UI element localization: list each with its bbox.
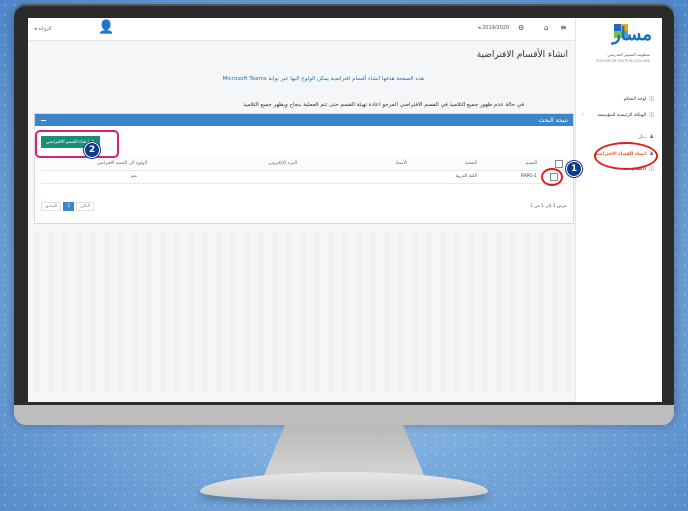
select-all-checkbox[interactable]: [555, 160, 563, 168]
empty-area: [34, 232, 574, 392]
menu-toggle-icon[interactable]: ≡: [560, 23, 567, 32]
results-panel: نتيجة البحث − ⊕ انشاء القسم الافتراضي ال…: [34, 113, 574, 224]
structure-icon: ◫: [649, 112, 654, 118]
results-table: القسم الشعبة الأستاذ البريد الإلكتروني ا…: [41, 158, 567, 186]
chevron-left-icon: ‹: [582, 112, 584, 118]
school-year-selector[interactable]: ◂ 2019/2020: [478, 25, 509, 31]
user-icon: ♟: [649, 134, 654, 140]
main-content: انشاء الأقسام الافتراضية هذه الصفحة هدفه…: [34, 42, 574, 392]
page-button[interactable]: 1: [63, 202, 75, 211]
info-message: هذه الصفحة هدفها انشاء أقسام افتراضية يم…: [222, 76, 424, 82]
table-header: القسم الشعبة الأستاذ البريد الإلكتروني ا…: [41, 158, 567, 171]
column-header[interactable]: الشعبة: [465, 161, 477, 166]
record-count: عرض 1 إلى 1 من 1: [530, 204, 567, 209]
class-code: RAPG-1: [521, 174, 537, 179]
dashboard-icon: ◫: [649, 96, 654, 102]
branch: اللغة العربية: [455, 174, 477, 179]
warning-message: في حالة عدم ظهور جميع التلاميذ في القسم …: [243, 102, 524, 108]
highlight-circle: [594, 142, 658, 170]
classes-icon: ◫: [649, 166, 654, 172]
sidebar-item-label: لوحة التحكم: [623, 96, 647, 102]
pagination: السابق 1 التالي: [41, 202, 95, 211]
monitor-chin: [14, 405, 674, 425]
user-menu[interactable]: ◂ الرواية: [34, 26, 52, 32]
column-header[interactable]: القسم: [526, 161, 537, 166]
step-badge-2: 2: [84, 142, 100, 158]
logo-text: مسار: [612, 24, 652, 45]
settings-icon[interactable]: ⚙: [518, 24, 524, 32]
column-header[interactable]: الأستاذ: [395, 161, 407, 166]
prev-page-button[interactable]: السابق: [41, 202, 62, 211]
sidebar-item-dashboard[interactable]: ◫ لوحة التحكم: [582, 94, 654, 104]
table-row[interactable]: RAPG-1 اللغة العربية نعم: [41, 171, 567, 184]
access-status: نعم: [130, 174, 137, 179]
sidebar-item-label: …ل: [638, 134, 647, 140]
panel-title: نتيجة البحث: [538, 116, 568, 124]
logo: مسار منظومة التسيير المدرسي SYSTEME DE G…: [580, 22, 656, 66]
page-title: انشاء الأقسام الافتراضية: [476, 50, 568, 60]
logo-subtitle: منظومة التسيير المدرسي: [607, 52, 650, 57]
chevron-left-icon: ‹: [582, 166, 584, 172]
sidebar-item-label: الهيكلة الرئيسية للمؤسسة: [597, 112, 647, 118]
column-header[interactable]: الولوج الى القسم الافتراضي: [97, 161, 147, 166]
highlight-circle: [541, 168, 563, 186]
column-header[interactable]: البريد الإلكتروني: [268, 161, 297, 166]
next-page-button[interactable]: التالي: [76, 202, 95, 211]
panel-header: نتيجة البحث −: [35, 114, 573, 126]
collapse-button[interactable]: −: [40, 116, 47, 125]
logo-subtitle-fr: SYSTEME DE GESTION SCOLAIRE: [595, 59, 650, 63]
sidebar-item-group[interactable]: ♟ …ل: [582, 132, 654, 142]
sidebar: مسار منظومة التسيير المدرسي SYSTEME DE G…: [575, 18, 662, 402]
sidebar-item-structure[interactable]: ◫ الهيكلة الرئيسية للمؤسسة ‹: [582, 110, 654, 120]
home-icon[interactable]: ⌂: [544, 24, 548, 32]
button-label: انشاء القسم الافتراضي: [46, 139, 90, 144]
step-badge-1: 1: [566, 161, 582, 177]
top-bar: ◂ الرواية 👤 ◂ 2019/2020 ⚙ ⌂ ≡: [28, 18, 576, 41]
hand-cursor-icon: ☝: [627, 149, 632, 158]
app-screen: ◂ الرواية 👤 ◂ 2019/2020 ⚙ ⌂ ≡ مسار منظوم…: [28, 18, 662, 402]
avatar-icon[interactable]: 👤: [98, 20, 114, 35]
